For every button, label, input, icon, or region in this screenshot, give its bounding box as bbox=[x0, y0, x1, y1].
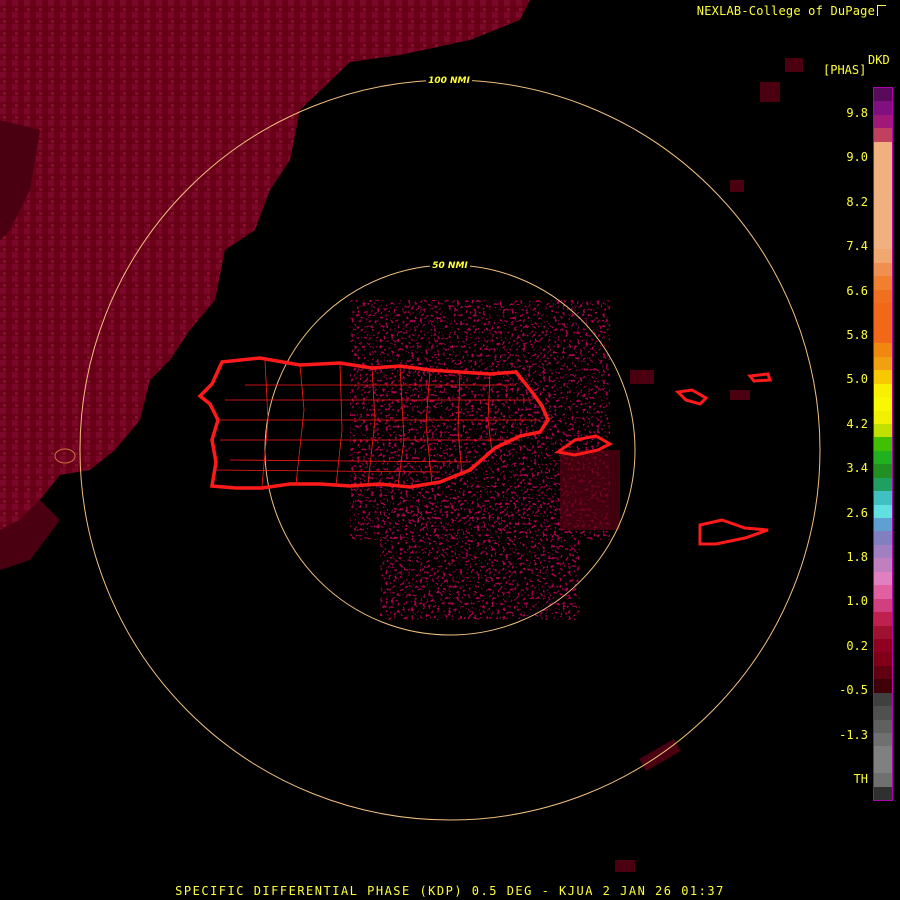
color-scale-swatch bbox=[874, 477, 892, 492]
credit-text: NEXLAB-College of DuPage bbox=[696, 4, 875, 18]
color-scale-swatch bbox=[874, 585, 892, 599]
color-scale-swatch bbox=[874, 612, 892, 626]
color-scale-tick-label: 8.2 bbox=[846, 194, 868, 209]
color-scale-swatch bbox=[874, 356, 892, 371]
color-scale-swatch bbox=[874, 638, 892, 653]
color-scale-swatch bbox=[874, 719, 892, 733]
color-scale-tick-label: 5.8 bbox=[846, 328, 868, 342]
color-scale-swatch bbox=[874, 450, 892, 465]
color-scale-swatch bbox=[874, 491, 892, 505]
color-scale-swatch bbox=[874, 504, 892, 518]
color-scale-swatch bbox=[874, 679, 892, 693]
color-scale-swatch bbox=[874, 195, 892, 209]
color-scale-swatch bbox=[874, 343, 892, 357]
color-scale-tick-label: -1.3 bbox=[839, 727, 868, 742]
color-scale-swatch bbox=[874, 652, 892, 666]
color-scale-swatch bbox=[874, 101, 892, 115]
color-scale-swatch bbox=[874, 746, 892, 760]
color-scale-swatch bbox=[874, 249, 892, 263]
range-ring-label-50: 50 NMI bbox=[432, 261, 468, 271]
color-scale-swatch bbox=[874, 383, 892, 398]
color-scale-swatch bbox=[874, 370, 892, 384]
color-scale-swatch bbox=[874, 168, 892, 183]
color-scale-tick-label: 5.0 bbox=[846, 372, 868, 387]
color-scale-swatch bbox=[874, 114, 892, 129]
color-scale-swatch bbox=[874, 182, 892, 196]
color-scale-swatch bbox=[874, 759, 892, 774]
color-scale-swatch bbox=[874, 397, 892, 411]
color-scale-tick-label: 1.8 bbox=[846, 550, 868, 564]
color-scale-swatch bbox=[874, 598, 892, 613]
color-scale-swatch bbox=[874, 437, 892, 451]
color-scale-tick-label: 9.0 bbox=[846, 150, 868, 165]
radar-map: 100 NMI 50 NMI bbox=[0, 0, 821, 872]
color-scale-bar bbox=[873, 87, 893, 801]
color-scale-swatch bbox=[874, 128, 892, 142]
color-scale-swatch bbox=[874, 289, 892, 303]
external-link-icon bbox=[877, 5, 886, 16]
color-scale-tick-label: 9.8 bbox=[846, 106, 868, 120]
color-scale-swatch bbox=[874, 329, 892, 344]
color-scale-swatch bbox=[874, 141, 892, 156]
st-croix-outline bbox=[698, 518, 769, 546]
color-scale-swatch bbox=[874, 262, 892, 277]
color-scale-swatch bbox=[874, 423, 892, 438]
color-scale-swatch bbox=[874, 786, 892, 801]
color-scale-swatch bbox=[874, 665, 892, 680]
color-scale-swatch bbox=[874, 276, 892, 290]
legend-product-code: DKD bbox=[868, 53, 890, 67]
color-scale-swatch bbox=[874, 208, 892, 223]
color-scale-tick-label: -0.5 bbox=[839, 683, 868, 698]
color-scale-swatch bbox=[874, 544, 892, 559]
color-scale-tick-label: 1.0 bbox=[846, 594, 868, 609]
color-scale-swatch bbox=[874, 558, 892, 572]
color-scale-swatch bbox=[874, 464, 892, 478]
color-scale-swatch bbox=[874, 733, 892, 747]
st-john-outline bbox=[747, 372, 773, 383]
st-thomas-outline bbox=[674, 388, 709, 406]
color-scale-tick-label: TH bbox=[853, 772, 868, 786]
color-scale-swatch bbox=[874, 88, 892, 102]
color-scale-swatch bbox=[874, 571, 892, 586]
color-scale-swatch bbox=[874, 706, 892, 720]
product-caption: SPECIFIC DIFFERENTIAL PHASE (KDP) 0.5 DE… bbox=[175, 884, 725, 898]
color-scale-swatch bbox=[874, 531, 892, 545]
color-scale-swatch bbox=[874, 155, 892, 169]
color-scale-swatch bbox=[874, 692, 892, 707]
color-scale-swatch bbox=[874, 235, 892, 250]
color-scale-tick-label: 0.2 bbox=[846, 638, 868, 653]
color-scale-swatch bbox=[874, 316, 892, 330]
color-scale-swatch bbox=[874, 625, 892, 639]
color-scale-tick-label: 4.2 bbox=[846, 416, 868, 431]
clutter-echoes bbox=[350, 58, 803, 872]
legend-units: [PHAS] bbox=[823, 63, 867, 77]
color-scale-swatch bbox=[874, 518, 892, 532]
color-scale-swatch bbox=[874, 222, 892, 236]
color-scale-tick-label: 3.4 bbox=[846, 461, 868, 476]
color-scale-swatch bbox=[874, 410, 892, 424]
color-scale-tick-label: 6.6 bbox=[846, 283, 868, 298]
range-ring-label-100: 100 NMI bbox=[428, 76, 470, 86]
color-scale-swatch bbox=[874, 773, 892, 787]
color-scale-swatch bbox=[874, 303, 892, 317]
color-scale-tick-label: 2.6 bbox=[846, 505, 868, 520]
credit-label: NEXLAB-College of DuPage bbox=[697, 4, 886, 18]
color-scale-tick-label: 7.4 bbox=[846, 239, 868, 254]
